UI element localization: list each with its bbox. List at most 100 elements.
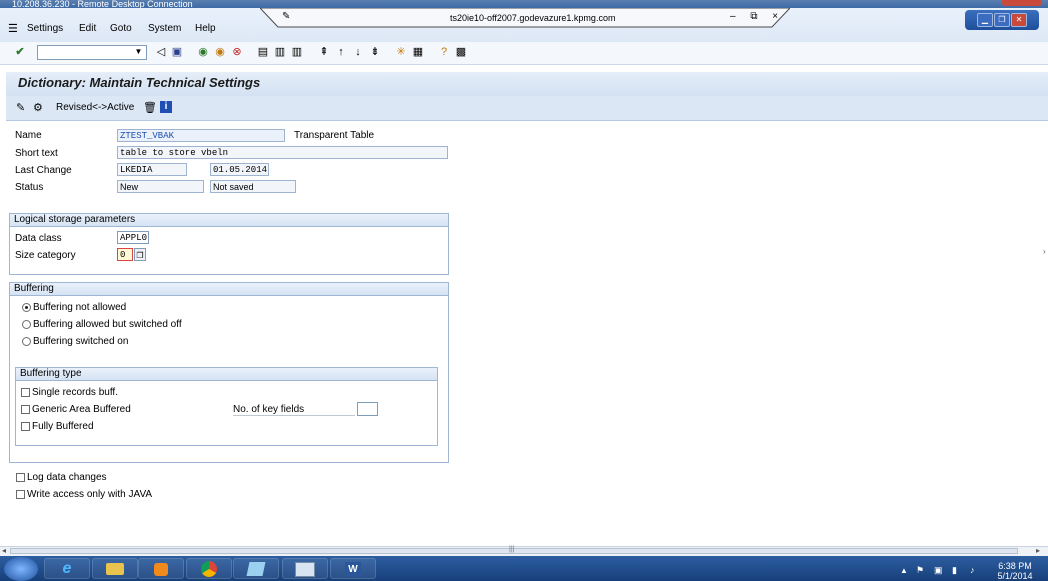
buffering-type-header: Buffering type (16, 368, 437, 381)
save-status-field: Not saved (210, 180, 296, 193)
new-session-icon[interactable]: ✳ (395, 46, 407, 58)
menu-goto[interactable]: Goto (110, 23, 132, 34)
menu-help[interactable]: Help (195, 23, 216, 34)
flag-icon[interactable]: ⚑ (916, 565, 924, 576)
back-icon[interactable]: ◉ (197, 46, 209, 58)
generic-area-label: Generic Area Buffered (32, 404, 131, 415)
remote-desktop-close-button[interactable] (1002, 0, 1042, 6)
radio-buffering-switched-on[interactable] (22, 337, 31, 346)
back-arrow-icon[interactable]: ◁ (155, 46, 167, 58)
value-help-icon[interactable]: ❐ (134, 248, 146, 261)
cancel-icon[interactable]: ⊗ (231, 46, 243, 58)
taskbar-remote-desktop-icon[interactable] (282, 558, 328, 579)
status-field: New (117, 180, 204, 193)
buffering-header: Buffering (10, 283, 448, 296)
revised-active-button[interactable]: Revised<->Active (56, 102, 134, 113)
network-icon[interactable]: ▣ (934, 565, 943, 576)
key-fields-input[interactable] (357, 402, 378, 416)
minimize-icon[interactable]: ▁ (977, 13, 993, 27)
taskbar-app-icon[interactable] (233, 558, 279, 579)
next-page-icon[interactable]: ↓ (352, 46, 364, 58)
clock-time: 6:38 PM (998, 561, 1032, 571)
fully-buffered-label: Fully Buffered (32, 421, 94, 432)
log-data-changes-label: Log data changes (27, 472, 107, 483)
chevron-down-icon[interactable]: ▼ (132, 45, 145, 58)
short-text-field[interactable]: table to store vbeln (117, 146, 448, 159)
checkbox-fully-buffered[interactable] (21, 422, 30, 431)
connection-bar: ✎ ts20ie10-off2007.godevazure1.kpmg.com … (260, 8, 790, 28)
show-hidden-icons-icon[interactable]: ▲ (900, 566, 908, 575)
scrollbar-grip-icon: ||| (509, 546, 515, 553)
connection-controls[interactable]: – ⧉ × (730, 11, 784, 22)
save-icon[interactable]: ▣ (171, 46, 183, 58)
taskbar-ie-icon[interactable]: e (44, 558, 90, 579)
buffering-not-allowed-label: Buffering not allowed (33, 302, 127, 313)
single-records-label: Single records buff. (32, 387, 118, 398)
restore-icon[interactable]: ❐ (994, 13, 1010, 27)
info-icon[interactable]: i (160, 101, 172, 113)
command-field[interactable] (37, 45, 147, 60)
page-title: Dictionary: Maintain Technical Settings (18, 75, 261, 90)
name-field[interactable]: ZTEST_VBAK (117, 129, 285, 142)
checkbox-write-access-java[interactable] (16, 490, 25, 499)
taskbar-chrome-icon[interactable] (186, 558, 232, 579)
radio-buffering-not-allowed[interactable] (22, 303, 31, 312)
previous-page-icon[interactable]: ↑ (335, 46, 347, 58)
scroll-left-icon[interactable]: ◂ (2, 546, 6, 555)
buffering-switched-on-label: Buffering switched on (33, 336, 129, 347)
find-icon[interactable]: ▥ (274, 46, 286, 58)
other-object-icon[interactable]: ⚙ (33, 101, 43, 114)
close-icon[interactable]: ✕ (1011, 13, 1027, 27)
first-page-icon[interactable]: ⇞ (318, 46, 330, 58)
data-class-label: Data class (15, 233, 62, 244)
print-icon[interactable]: ▤ (257, 46, 269, 58)
find-next-icon[interactable]: ▥ (291, 46, 303, 58)
taskbar-clock[interactable]: 6:38 PM 5/1/2014 (990, 561, 1040, 581)
last-change-date-field: 01.05.2014 (210, 163, 269, 176)
last-change-user-field: LKEDIA (117, 163, 187, 176)
signal-icon[interactable]: ▮ (952, 565, 957, 576)
size-category-field[interactable]: 0 (117, 248, 133, 261)
delete-icon[interactable]: 🗑 (143, 101, 157, 114)
last-page-icon[interactable]: ⇟ (369, 46, 381, 58)
clock-date: 5/1/2014 (997, 571, 1033, 581)
help-icon[interactable]: ? (438, 46, 450, 58)
enter-icon[interactable]: ✔ (14, 46, 26, 58)
layout-icon[interactable]: ▩ (455, 46, 467, 58)
volume-icon[interactable]: ♪ (970, 565, 975, 575)
data-class-field[interactable]: APPL0 (117, 231, 149, 244)
logical-storage-group: Logical storage parameters (9, 213, 449, 275)
checkbox-single-records[interactable] (21, 388, 30, 397)
remote-desktop-title: 10.208.36.230 - Remote Desktop Connectio… (12, 0, 193, 8)
write-access-java-label: Write access only with JAVA (27, 489, 153, 500)
name-label: Name (15, 130, 42, 141)
connection-host: ts20ie10-off2007.godevazure1.kpmg.com (450, 13, 616, 23)
taskbar-word-icon[interactable]: W (330, 558, 376, 579)
display-change-icon[interactable]: ✎ (16, 101, 25, 114)
scroll-right-icon[interactable]: ▸ (1036, 546, 1040, 555)
shortcut-icon[interactable]: ▦ (412, 46, 424, 58)
exit-icon[interactable]: ◉ (214, 46, 226, 58)
key-fields-label: No. of key fields (233, 404, 355, 416)
short-text-label: Short text (15, 148, 58, 159)
pin-icon[interactable]: ✎ (282, 11, 290, 22)
size-category-label: Size category (15, 250, 76, 261)
buffering-switched-off-label: Buffering allowed but switched off (33, 319, 182, 330)
checkbox-log-data-changes[interactable] (16, 473, 25, 482)
checkbox-generic-area[interactable] (21, 405, 30, 414)
status-label: Status (15, 182, 44, 193)
remote-desktop-title-bar: 10.208.36.230 - Remote Desktop Connectio… (0, 0, 1048, 8)
right-scroll-arrow-icon[interactable]: › (1043, 247, 1046, 256)
menu-settings[interactable]: Settings (27, 23, 63, 34)
window-buttons: ▁ ❐ ✕ (965, 10, 1039, 30)
taskbar-media-player-icon[interactable] (138, 558, 184, 579)
radio-buffering-switched-off[interactable] (22, 320, 31, 329)
table-type-label: Transparent Table (294, 130, 375, 141)
last-change-label: Last Change (15, 165, 72, 176)
logical-storage-header: Logical storage parameters (10, 214, 448, 227)
menu-edit[interactable]: Edit (79, 23, 96, 34)
menu-icon[interactable]: ☰ (8, 22, 18, 35)
menu-system[interactable]: System (148, 23, 181, 34)
taskbar-explorer-icon[interactable] (92, 558, 138, 579)
start-button[interactable] (4, 557, 38, 581)
